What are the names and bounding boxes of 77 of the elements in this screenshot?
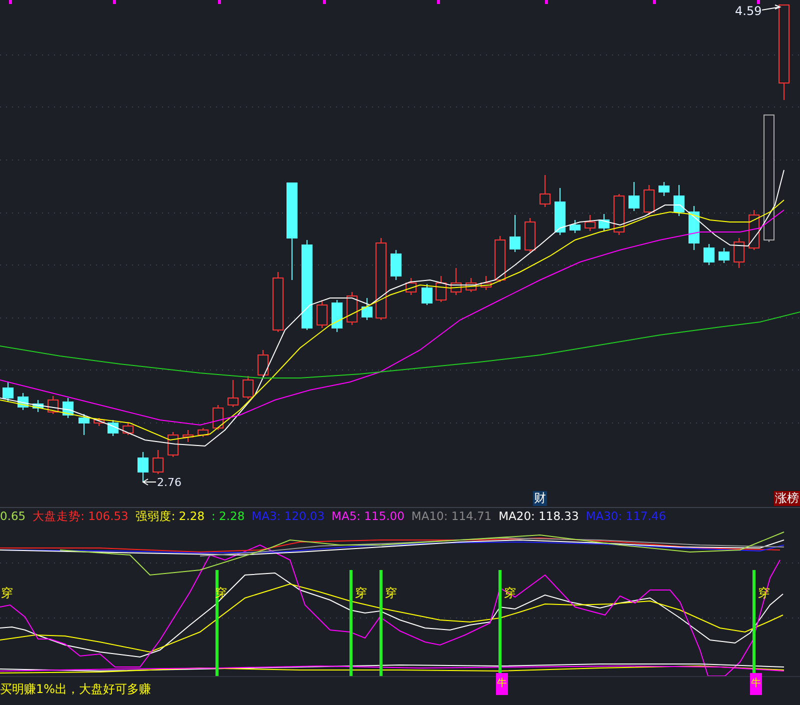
candlestick bbox=[212, 404, 224, 430]
candlestick bbox=[390, 250, 402, 280]
legend-value: 0.65 bbox=[0, 509, 26, 524]
candlestick bbox=[62, 398, 74, 418]
candlestick bbox=[540, 174, 550, 208]
candlestick bbox=[422, 284, 432, 306]
candlestick bbox=[524, 218, 536, 252]
tick-mark bbox=[323, 0, 326, 4]
signal-tag: 牛 bbox=[496, 673, 508, 696]
candlestick bbox=[598, 214, 610, 232]
candlestick bbox=[554, 188, 566, 236]
candlestick bbox=[48, 396, 58, 414]
candlestick bbox=[316, 300, 328, 328]
candlestick bbox=[480, 276, 492, 290]
candlestick bbox=[734, 238, 744, 268]
legend-value: MA30: 117.46 bbox=[586, 509, 666, 524]
candlestick bbox=[242, 376, 254, 400]
legend-value: : 2.28 bbox=[212, 509, 245, 524]
candlestick bbox=[168, 432, 178, 458]
tick-mark bbox=[113, 0, 116, 4]
arrow-icon bbox=[762, 4, 782, 10]
candlestick bbox=[614, 194, 624, 236]
candlestick bbox=[450, 268, 462, 296]
legend-value: 大盘走势: 106.53 bbox=[32, 508, 128, 524]
rank-badge[interactable]: 涨榜 bbox=[774, 490, 800, 506]
candlestick bbox=[94, 418, 104, 426]
candlestick bbox=[688, 206, 700, 250]
legend-value: MA10: 114.71 bbox=[411, 509, 492, 524]
signal-label: 穿 bbox=[355, 586, 367, 600]
candlestick bbox=[138, 452, 148, 482]
candlestick bbox=[198, 428, 208, 438]
candlestick bbox=[258, 350, 268, 378]
signal-tag: 牛 bbox=[750, 673, 762, 696]
legend-value: MA20: 118.33 bbox=[498, 509, 579, 524]
tick-mark bbox=[757, 0, 760, 4]
candlestick bbox=[644, 184, 654, 216]
legend-value: MA3: 120.03 bbox=[252, 509, 325, 524]
candlestick bbox=[108, 420, 118, 436]
candlestick bbox=[674, 184, 684, 216]
tick-mark bbox=[9, 0, 12, 4]
tick-mark bbox=[545, 0, 548, 4]
candlestick bbox=[436, 276, 446, 302]
signal-label: 穿 bbox=[385, 586, 397, 600]
candlestick bbox=[406, 278, 416, 296]
arrow-icon bbox=[142, 478, 156, 486]
candlestick bbox=[346, 292, 358, 326]
candlestick bbox=[78, 414, 90, 436]
candlestick bbox=[628, 182, 640, 212]
candlestick bbox=[32, 400, 44, 412]
candlestick bbox=[570, 220, 580, 234]
candlestick bbox=[584, 214, 596, 232]
signal-label: 穿 bbox=[1, 586, 13, 600]
candlestick bbox=[658, 182, 670, 196]
tick-mark bbox=[437, 0, 440, 4]
candlestick bbox=[704, 244, 714, 266]
candlestick bbox=[2, 382, 14, 402]
candlestick bbox=[182, 430, 194, 442]
strategy-note: 买明赚1%出，大盘好可多赚 bbox=[0, 681, 152, 698]
candlestick bbox=[228, 380, 238, 408]
high-price-label: 4.59 bbox=[735, 4, 762, 18]
candlestick bbox=[272, 272, 284, 332]
candlestick bbox=[332, 300, 342, 332]
low-price-label: 2.76 bbox=[157, 476, 182, 489]
legend-value: MA5: 115.00 bbox=[332, 509, 404, 524]
news-marker[interactable]: 财 bbox=[533, 490, 547, 506]
legend-value: 强弱度: 2.28 bbox=[135, 508, 205, 524]
tick-mark bbox=[653, 0, 656, 4]
candlestick bbox=[466, 278, 476, 292]
candlestick bbox=[748, 210, 760, 250]
tick-mark bbox=[218, 0, 221, 4]
candlestick bbox=[122, 422, 134, 436]
candlestick bbox=[152, 450, 164, 474]
candlestick bbox=[510, 214, 520, 252]
candlestick bbox=[362, 298, 372, 320]
candlestick bbox=[718, 248, 730, 264]
candlestick bbox=[18, 392, 28, 410]
candlestick bbox=[494, 236, 506, 282]
